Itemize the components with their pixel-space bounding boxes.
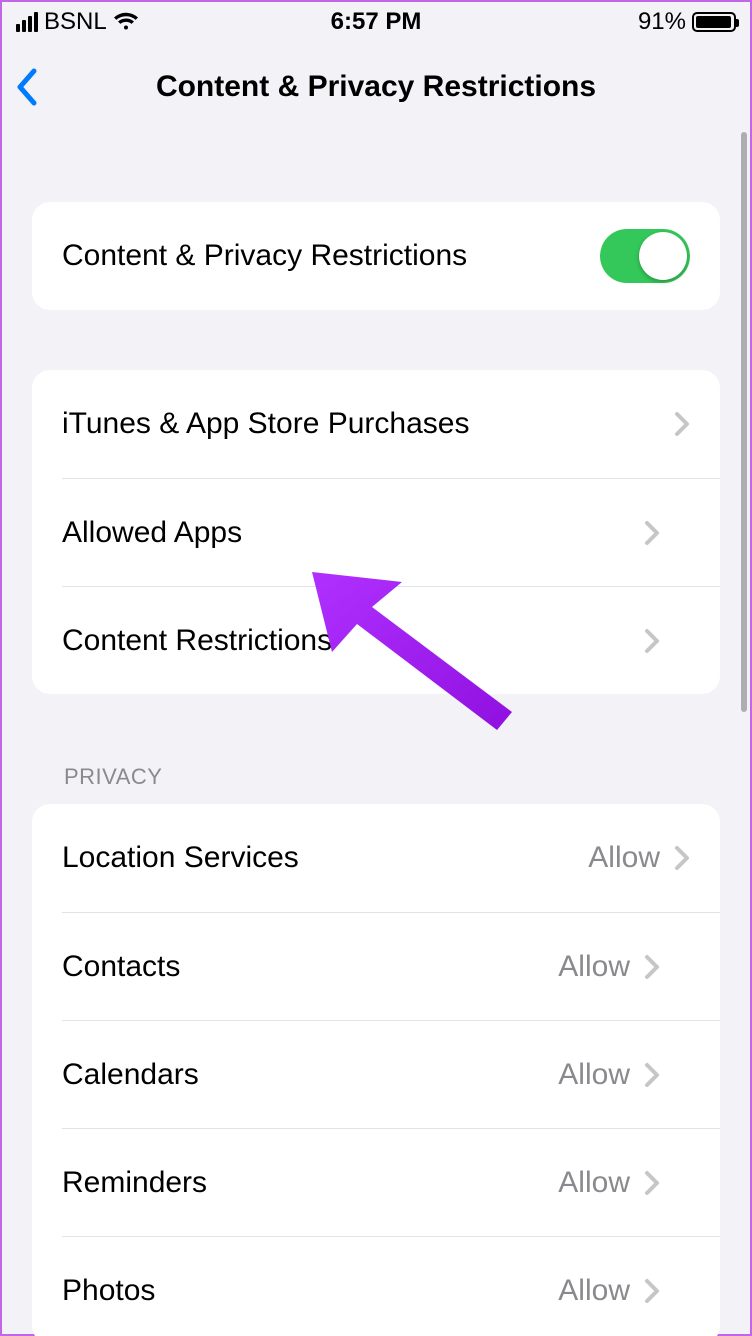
toggle-switch[interactable] [600,229,690,283]
row-label: Content Restrictions [62,624,332,658]
chevron-right-icon [644,520,660,546]
row-value: Allow [588,841,660,875]
chevron-right-icon [644,954,660,980]
row-location-services[interactable]: Location Services Allow [32,804,720,912]
page-title: Content & Privacy Restrictions [2,70,750,104]
row-photos[interactable]: Photos Allow [62,1236,720,1336]
chevron-right-icon [644,1170,660,1196]
row-label: Photos [62,1274,155,1308]
row-content-restrictions[interactable]: Content Restrictions [62,586,720,694]
back-button[interactable] [14,67,40,107]
row-value: Allow [558,1274,630,1308]
nav-header: Content & Privacy Restrictions [2,42,750,132]
content-area: Content & Privacy Restrictions iTunes & … [2,202,750,1336]
row-value: Allow [558,1166,630,1200]
group-restrictions-toggle: Content & Privacy Restrictions [32,202,720,310]
chevron-right-icon [644,628,660,654]
row-label: iTunes & App Store Purchases [62,407,469,441]
chevron-right-icon [644,1062,660,1088]
row-label: Reminders [62,1166,207,1200]
row-value: Allow [558,1058,630,1092]
chevron-right-icon [644,1278,660,1304]
status-time: 6:57 PM [331,8,422,36]
chevron-right-icon [674,845,690,871]
chevron-left-icon [14,67,40,107]
row-allowed-apps[interactable]: Allowed Apps [62,478,720,586]
row-label: Content & Privacy Restrictions [62,239,467,273]
scroll-indicator [741,132,747,712]
row-calendars[interactable]: Calendars Allow [62,1020,720,1128]
battery-percent: 91% [638,8,686,36]
status-left: BSNL [16,8,139,36]
toggle-knob [639,232,687,280]
group-content-settings: iTunes & App Store Purchases Allowed App… [32,370,720,694]
status-bar: BSNL 6:57 PM 91% [2,2,750,42]
row-reminders[interactable]: Reminders Allow [62,1128,720,1236]
group-privacy: Location Services Allow Contacts Allow C… [32,804,720,1336]
battery-icon [692,12,736,32]
row-value: Allow [558,950,630,984]
row-label: Contacts [62,950,180,984]
row-label: Calendars [62,1058,199,1092]
group-header-privacy: PRIVACY [64,764,720,790]
cellular-signal-icon [16,12,38,32]
row-restrictions-toggle[interactable]: Content & Privacy Restrictions [32,202,720,310]
row-label: Location Services [62,841,299,875]
row-label: Allowed Apps [62,516,242,550]
status-right: 91% [638,8,736,36]
carrier-label: BSNL [44,8,107,36]
row-contacts[interactable]: Contacts Allow [62,912,720,1020]
wifi-icon [113,12,139,32]
row-itunes-purchases[interactable]: iTunes & App Store Purchases [32,370,720,478]
chevron-right-icon [674,411,690,437]
